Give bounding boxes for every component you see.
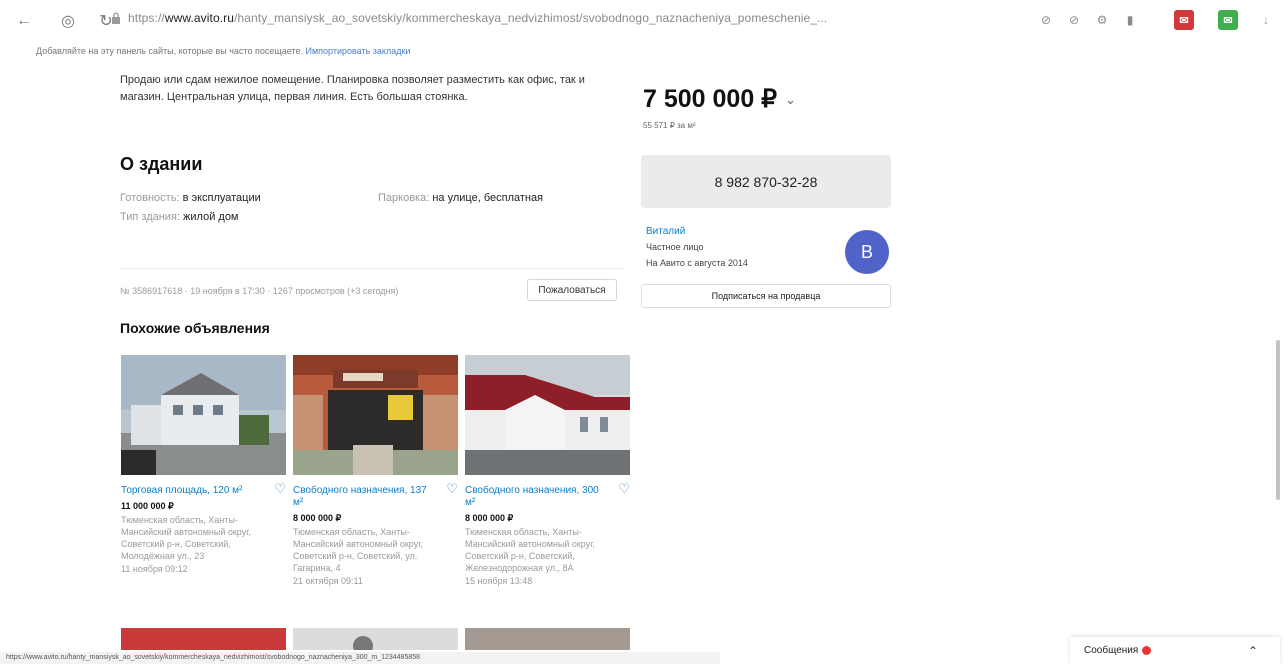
similar-card[interactable]: ♡ Свободного назначения, 137 м² 8 000 00… [293,355,458,586]
download-icon[interactable]: ↓ [1256,10,1276,30]
prop-readiness: Готовность: в эксплуатации [120,192,261,204]
seller-type: Частное лицо [646,242,704,252]
divider [120,268,625,269]
messenger-label: Сообщения [1084,645,1139,656]
similar-heading: Похожие объявления [120,320,270,336]
card-title[interactable]: Свободного назначения, 137 м² [293,485,433,509]
card-date: 21 октября 09:11 [293,576,363,586]
chevron-up-icon[interactable]: ⌃ [1248,644,1258,658]
prop-key: Парковка: [378,192,430,204]
card-address: Тюменская область, Ханты-Мансийский авто… [293,527,423,573]
reader-icon[interactable]: ⊘ [1064,10,1084,30]
yandex-icon[interactable]: ◎ [56,9,80,33]
similar-card[interactable]: ♡ Торговая площадь, 120 м² 11 000 000 ₽ … [121,355,286,574]
avatar[interactable]: В [845,230,889,274]
card-price: 8 000 000 ₽ [465,513,514,523]
bookmarks-hint: Добавляйте на эту панель сайты, которые … [36,46,410,56]
building-heading: О здании [120,154,203,174]
listing-photo[interactable] [465,628,630,650]
seller-since: На Авито с августа 2014 [646,258,748,268]
url-path: /hanty_mansiysk_ao_sovetskiy/kommerchesk… [234,11,828,25]
ext-green-icon[interactable]: ✉ [1218,10,1238,30]
heart-icon[interactable]: ♡ [618,481,630,497]
show-phone-button[interactable]: 8 982 870-32-28 [641,155,891,208]
card-title[interactable]: Свободного назначения, 300 м² [465,485,605,509]
bookmark-icon[interactable]: ▮ [1120,10,1140,30]
url-prefix: https:// [128,11,165,25]
listing-description: Продаю или сдам нежилое помещение. Плани… [120,74,585,103]
prop-value: жилой дом [183,211,239,223]
card-price: 8 000 000 ₽ [293,513,342,523]
prop-building-type: Тип здания: жилой дом [120,211,239,223]
address-bar[interactable]: https://www.avito.ru/hanty_mansiysk_ao_s… [128,11,958,25]
bookmarks-hint-text: Добавляйте на эту панель сайты, которые … [36,46,303,56]
back-icon[interactable]: ← [12,9,36,33]
similar-card[interactable]: ♡ Свободного назначения, 300 м² 8 000 00… [465,355,630,586]
prop-value: на улице, бесплатная [432,192,544,204]
bookmarks-import-link[interactable]: Импортировать закладки [306,46,411,56]
card-address: Тюменская область, Ханты-Мансийский авто… [465,527,595,573]
lock-icon [112,12,120,24]
prop-key: Тип здания: [120,211,180,223]
translate-icon[interactable]: ⊘ [1036,10,1056,30]
listing-photo[interactable] [293,628,458,656]
chevron-down-icon[interactable]: ⌄ [785,92,796,107]
complain-button[interactable]: Пожаловаться [527,279,617,301]
scrollbar[interactable] [1276,340,1280,500]
url-domain: www.avito.ru [164,11,235,25]
extension-icon[interactable]: ⚙ [1092,10,1112,30]
listing-photo[interactable] [293,355,458,475]
seller-name[interactable]: Виталий [646,226,685,237]
listing-photo[interactable] [121,355,286,475]
card-date: 15 ноября 13:48 [465,576,533,586]
messenger-widget[interactable]: Сообщения ⌃ [1070,637,1280,664]
listing-price: 7 500 000 ₽ ⌄ [643,84,796,114]
prop-parking: Парковка: на улице, бесплатная [378,192,543,204]
ext-red-icon[interactable]: ✉ [1174,10,1194,30]
listing-photo[interactable] [121,628,286,650]
status-bar-url: https://www.avito.ru/hanty_mansiysk_ao_s… [0,652,720,664]
price-per-m2: 55 571 ₽ за м² [643,121,696,130]
subscribe-seller-button[interactable]: Подписаться на продавца [641,284,891,308]
heart-icon[interactable]: ♡ [446,481,458,497]
listing-photo[interactable] [465,355,630,475]
card-address: Тюменская область, Ханты-Мансийский авто… [121,515,251,561]
prop-value: в эксплуатации [182,192,261,204]
card-price: 11 000 000 ₽ [121,501,174,511]
card-title[interactable]: Торговая площадь, 120 м² [121,485,261,497]
prop-key: Готовность: [120,192,180,204]
unread-dot [1142,646,1152,655]
card-date: 11 ноября 09:12 [121,564,188,574]
listing-meta: № 3586917618 · 19 ноября в 17:30 · 1267 … [120,286,399,296]
heart-icon[interactable]: ♡ [274,481,286,497]
price-value: 7 500 000 ₽ [643,85,778,113]
